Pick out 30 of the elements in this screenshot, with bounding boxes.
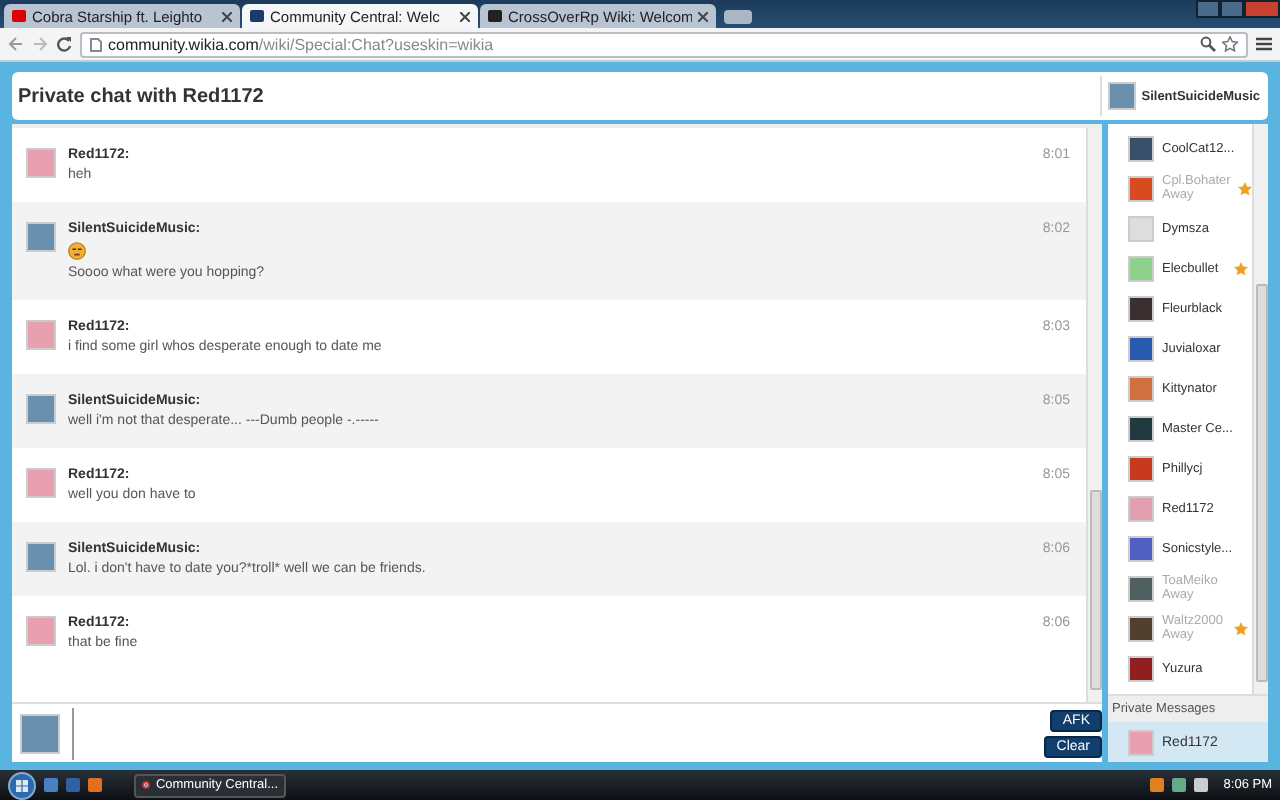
favicon-icon: [12, 10, 26, 22]
star-outline-icon[interactable]: [1222, 36, 1238, 52]
close-button[interactable]: [1244, 0, 1280, 18]
avatar: [1128, 729, 1154, 755]
star-icon: [1238, 181, 1252, 195]
chat-title: Private chat with Red1172: [18, 85, 266, 107]
maximize-button[interactable]: [1220, 0, 1244, 18]
url-path: /wiki/Special:Chat?useskin=wikia: [258, 35, 494, 53]
new-tab-button[interactable]: [724, 10, 752, 24]
back-icon[interactable]: [8, 36, 24, 52]
address-bar[interactable]: community.wikia.com/wiki/Special:Chat?useskin=wikia: [80, 31, 1248, 57]
page-icon: [90, 37, 102, 51]
smiley-icon: [68, 242, 86, 260]
avatar: [1107, 82, 1136, 110]
scrollbar[interactable]: [1086, 128, 1102, 702]
reload-icon[interactable]: [56, 36, 72, 52]
minimize-button[interactable]: [1196, 0, 1220, 18]
zoom-icon[interactable]: [1200, 36, 1216, 52]
url-host: community.wikia.com: [108, 35, 259, 53]
star-icon: [1234, 261, 1248, 275]
close-icon[interactable]: [460, 11, 470, 21]
scrollbar[interactable]: [1252, 124, 1268, 694]
favicon-icon: [488, 10, 502, 22]
avatar: [20, 713, 60, 753]
close-icon[interactable]: [698, 11, 708, 21]
star-icon: [1234, 621, 1248, 635]
menu-icon[interactable]: [1256, 36, 1272, 52]
start-button[interactable]: [8, 771, 36, 799]
close-icon[interactable]: [222, 11, 232, 21]
favicon-icon: [250, 10, 264, 22]
